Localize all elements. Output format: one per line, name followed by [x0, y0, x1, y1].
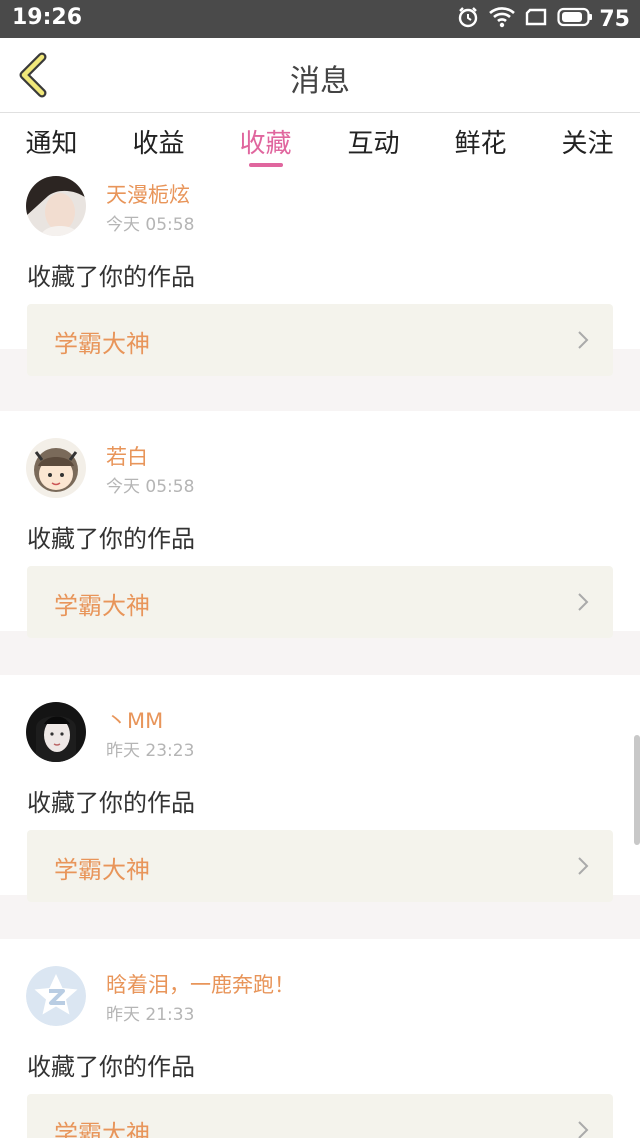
chevron-right-icon: [578, 857, 589, 875]
status-icons: 75: [457, 6, 630, 32]
work-title: 学霸大神: [54, 856, 150, 884]
battery-level: 75: [599, 6, 630, 32]
timestamp: 今天 05:58: [106, 477, 195, 497]
avatar[interactable]: [26, 966, 86, 1026]
screen-icon: [525, 7, 547, 31]
work-link[interactable]: 学霸大神: [27, 1094, 613, 1138]
tab-favorites[interactable]: 收藏: [212, 123, 319, 160]
header-bar: 消息: [0, 38, 640, 113]
list-item: 若白 今天 05:58 收藏了你的作品 学霸大神: [0, 411, 640, 638]
nickname[interactable]: 若白: [106, 441, 148, 471]
action-text: 收藏了你的作品: [27, 263, 195, 291]
active-tab-indicator: [249, 163, 283, 167]
battery-icon: [557, 7, 593, 31]
tab-interactions[interactable]: 互动: [320, 123, 427, 160]
avatar[interactable]: [26, 438, 86, 498]
chevron-right-icon: [578, 593, 589, 611]
tab-flowers[interactable]: 鲜花: [427, 123, 534, 160]
scrollbar[interactable]: [634, 735, 640, 845]
work-link[interactable]: 学霸大神: [27, 830, 613, 902]
message-list[interactable]: 天漫栀炫 今天 05:58 收藏了你的作品 学霸大神 若白 今天 05:58 收…: [0, 173, 640, 1138]
tab-follow[interactable]: 关注: [534, 123, 640, 160]
timestamp: 昨天 23:23: [106, 741, 195, 761]
work-link[interactable]: 学霸大神: [27, 304, 613, 376]
action-text: 收藏了你的作品: [27, 789, 195, 817]
work-title: 学霸大神: [54, 592, 150, 620]
tab-earnings[interactable]: 收益: [105, 123, 212, 160]
timestamp: 今天 05:58: [106, 215, 195, 235]
tab-notifications[interactable]: 通知: [0, 123, 105, 160]
work-link[interactable]: 学霸大神: [27, 566, 613, 638]
timestamp: 昨天 21:33: [106, 1005, 195, 1025]
wifi-icon: [489, 6, 516, 32]
status-time: 19:26: [12, 5, 83, 30]
list-item: 天漫栀炫 今天 05:58 收藏了你的作品 学霸大神: [0, 173, 640, 376]
action-text: 收藏了你的作品: [27, 525, 195, 553]
nickname[interactable]: 丶MM: [106, 705, 163, 735]
page-title: 消息: [290, 64, 350, 99]
nickname[interactable]: 晗着泪，一鹿奔跑！: [106, 969, 295, 999]
status-bar: 19:26 75: [0, 0, 640, 38]
action-text: 收藏了你的作品: [27, 1053, 195, 1081]
avatar[interactable]: [26, 702, 86, 762]
chevron-right-icon: [578, 331, 589, 349]
tab-bar: 通知 收益 收藏 互动 鲜花 关注: [0, 113, 640, 173]
list-item: 丶MM 昨天 23:23 收藏了你的作品 学霸大神: [0, 675, 640, 902]
nickname[interactable]: 天漫栀炫: [106, 179, 190, 209]
alarm-icon: [457, 6, 479, 32]
work-title: 学霸大神: [54, 330, 150, 358]
list-item: 晗着泪，一鹿奔跑！ 昨天 21:33 收藏了你的作品 学霸大神: [0, 939, 640, 1138]
chevron-right-icon: [578, 1121, 589, 1138]
work-title: 学霸大神: [54, 1120, 150, 1138]
avatar[interactable]: [26, 176, 86, 236]
